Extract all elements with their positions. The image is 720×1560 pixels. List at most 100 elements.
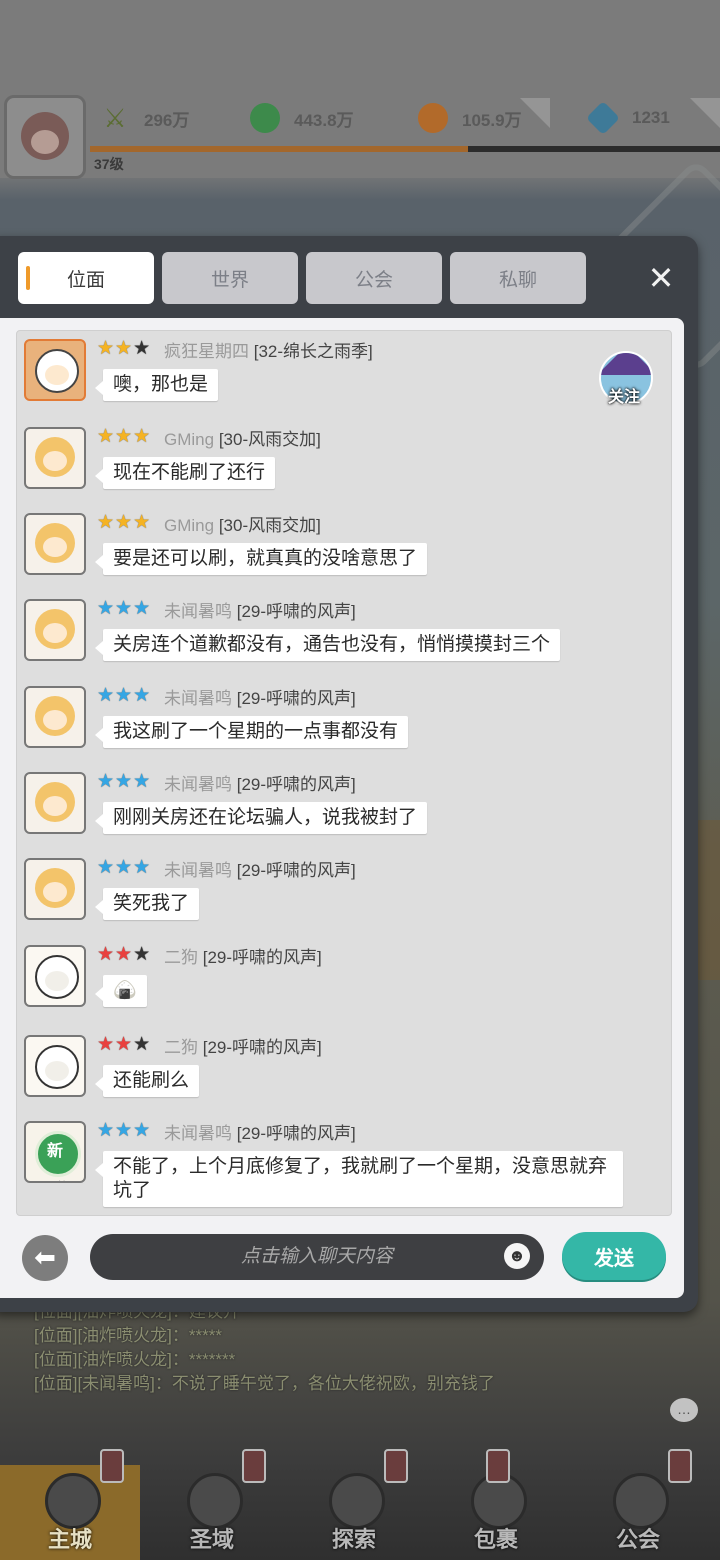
add-gold-button[interactable] — [520, 98, 550, 128]
chat-input[interactable] — [90, 1234, 544, 1280]
nav-explore[interactable]: 探索 — [284, 1449, 424, 1560]
sender-server: [29-呼啸的风声] — [236, 775, 356, 794]
star-icon: ★ — [97, 771, 115, 792]
gem-stat: 1231 — [586, 100, 670, 136]
bottom-nav: 主城 圣域 探索 包裹 公会 — [0, 1449, 720, 1560]
star-icon: ★ — [133, 512, 151, 533]
sender-avatar[interactable] — [24, 339, 86, 401]
star-icon: ★ — [115, 685, 133, 706]
sender-name[interactable]: 二狗 — [164, 948, 198, 967]
tab-private[interactable]: 私聊 — [450, 252, 586, 304]
nav-bag[interactable]: 包裹 — [426, 1449, 566, 1560]
star-icon: ★ — [97, 338, 115, 359]
star-icon: ★ — [115, 1034, 133, 1055]
sender-server: [30-风雨交加] — [218, 430, 321, 449]
send-button[interactable]: 发送 — [562, 1232, 666, 1280]
sender-avatar[interactable] — [24, 686, 86, 748]
nav-label: 主城 — [47, 1527, 92, 1552]
rank-stars: ★ ★ ★ — [97, 598, 151, 620]
nav-badge — [100, 1449, 124, 1483]
xp-bar — [90, 146, 720, 152]
tab-world[interactable]: 世界 — [162, 252, 298, 304]
nav-main-city[interactable]: 主城 — [0, 1449, 140, 1560]
player-avatar[interactable] — [4, 95, 86, 179]
sender-avatar[interactable] — [24, 427, 86, 489]
swords-icon: ⚔ — [103, 103, 127, 133]
rank-stars: ★ ★ ★ — [97, 771, 151, 793]
sender-name[interactable]: 未闻暑鸣 — [164, 602, 232, 621]
player-level: 37级 — [94, 156, 124, 172]
rank-stars: ★ ★ ★ — [97, 1120, 151, 1142]
rank-stars: ★ ★ ★ — [97, 338, 151, 360]
sender-name[interactable]: 未闻暑鸣 — [164, 775, 232, 794]
sender-name-line: 疯狂星期四 [32-绵长之雨季] — [164, 337, 373, 362]
spiral-icon — [187, 1473, 243, 1529]
emoji-icon[interactable]: ☻ — [504, 1243, 530, 1269]
nav-badge — [486, 1449, 510, 1483]
sender-name-line: 未闻暑鸣 [29-呼啸的风声] — [164, 597, 356, 622]
sender-avatar[interactable] — [24, 858, 86, 920]
gold-stat: 105.9万 — [418, 100, 522, 136]
star-icon: ★ — [115, 944, 133, 965]
jade-stat: 443.8万 — [250, 100, 354, 136]
sender-avatar[interactable] — [24, 513, 86, 575]
star-icon: ★ — [133, 338, 151, 359]
sender-server: [32-绵长之雨季] — [253, 342, 373, 361]
star-icon: ★ — [133, 1120, 151, 1141]
sender-avatar[interactable] — [24, 599, 86, 661]
rank-stars: ★ ★ ★ — [97, 1034, 151, 1056]
back-arrow-icon[interactable]: ⬅ — [22, 1235, 68, 1281]
sender-server: [29-呼啸的风声] — [202, 948, 322, 967]
message-bubble: 噢，那也是 — [94, 369, 219, 401]
nav-guild[interactable]: 公会 — [568, 1449, 708, 1560]
message-list[interactable]: 关注 ★ ★ ★ 疯狂星期四 [32-绵长之雨季] 噢，那也是 ★ ★ ★ GMing [30-… — [16, 330, 672, 1216]
rank-stars: ★ ★ ★ — [97, 426, 151, 448]
sender-server: [29-呼啸的风声] — [236, 602, 356, 621]
chat-bubble-icon[interactable]: … — [670, 1398, 698, 1422]
sender-name[interactable]: GMing — [164, 430, 214, 449]
power-stat: ⚔ 296万 — [100, 100, 189, 136]
tab-guild[interactable]: 公会 — [306, 252, 442, 304]
star-icon: ★ — [97, 598, 115, 619]
sender-avatar[interactable] — [24, 1035, 86, 1097]
star-icon: ★ — [133, 944, 151, 965]
rank-stars: ★ ★ ★ — [97, 685, 151, 707]
message-bubble: 我这刷了一个星期的一点事都没有 — [94, 716, 409, 748]
sender-name[interactable]: 未闻暑鸣 — [164, 1124, 232, 1143]
add-gem-button[interactable] — [690, 98, 720, 128]
star-icon: ★ — [133, 771, 151, 792]
follow-button[interactable]: 关注 — [597, 347, 653, 407]
tab-plane[interactable]: 位面 — [18, 252, 154, 304]
sender-server: [29-呼啸的风声] — [236, 689, 356, 708]
message-bubble: 笑死我了 — [94, 888, 200, 920]
sender-name[interactable]: 未闻暑鸣 — [164, 689, 232, 708]
nav-label: 探索 — [331, 1527, 376, 1552]
sender-name[interactable]: 未闻暑鸣 — [164, 861, 232, 880]
sender-name[interactable]: GMing — [164, 516, 214, 535]
cannon-icon — [329, 1473, 385, 1529]
star-icon: ★ — [97, 857, 115, 878]
message-bubble: 🍙 — [95, 975, 147, 1007]
sender-name-line: 二狗 [29-呼啸的风声] — [164, 1033, 322, 1058]
sender-name[interactable]: 疯狂星期四 — [164, 342, 249, 361]
star-icon: ★ — [97, 685, 115, 706]
sender-name[interactable]: 二狗 — [164, 1038, 198, 1057]
message-bubble: 现在不能刷了还行 — [94, 457, 276, 489]
sender-name-line: GMing [30-风雨交加] — [164, 425, 321, 450]
background-log-line: [位面][油炸喷火龙]：******* — [34, 1350, 236, 1369]
nav-badge — [242, 1449, 266, 1483]
sender-avatar[interactable] — [24, 772, 86, 834]
close-icon[interactable]: ✕ — [644, 262, 678, 296]
star-icon: ★ — [115, 1120, 133, 1141]
star-icon: ★ — [97, 1120, 115, 1141]
star-icon: ★ — [115, 857, 133, 878]
sender-avatar[interactable] — [24, 945, 86, 1007]
message-bubble: 不能了，上个月底修复了，我就刷了一个星期，没意思就弃坑了 — [95, 1151, 623, 1207]
nav-sanctuary[interactable]: 圣域 — [142, 1449, 282, 1560]
sender-name-line: 未闻暑鸣 [29-呼啸的风声] — [164, 684, 356, 709]
star-icon: ★ — [97, 512, 115, 533]
sender-avatar[interactable]: 新 ⌄ — [24, 1121, 86, 1183]
rank-stars: ★ ★ ★ — [97, 944, 151, 966]
chat-content: 关注 ★ ★ ★ 疯狂星期四 [32-绵长之雨季] 噢，那也是 ★ ★ ★ GMing [30-… — [0, 318, 684, 1298]
rank-stars: ★ ★ ★ — [97, 512, 151, 534]
